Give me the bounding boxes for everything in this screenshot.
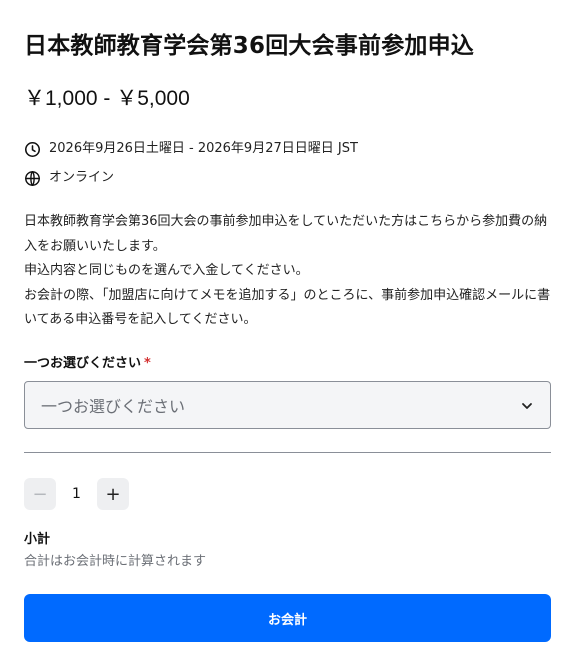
clock-icon bbox=[24, 141, 41, 158]
option-select-label-text: 一つお選びください bbox=[24, 356, 142, 371]
option-select-label: 一つお選びください * bbox=[24, 355, 151, 373]
quantity-stepper: − 1 + bbox=[24, 478, 129, 510]
globe-icon bbox=[24, 170, 41, 187]
required-mark: * bbox=[144, 356, 151, 371]
option-select-placeholder: 一つお選びください bbox=[41, 397, 186, 416]
event-location-text: オンライン bbox=[49, 170, 115, 185]
increase-quantity-button[interactable]: + bbox=[97, 478, 129, 510]
event-date: 2026年9月26日土曜日 - 2026年9月27日日曜日 JST bbox=[24, 140, 358, 158]
subtotal-note: 合計はお会計時に計算されます bbox=[24, 554, 207, 569]
event-location: オンライン bbox=[24, 169, 114, 187]
event-date-text: 2026年9月26日土曜日 - 2026年9月27日日曜日 JST bbox=[49, 141, 358, 156]
product-card: 日本教師教育学会第36回大会事前参加申込 ￥1,000 - ￥5,000 202… bbox=[0, 0, 575, 664]
option-select[interactable]: 一つお選びください bbox=[24, 381, 551, 429]
event-description: 日本教師教育学会第36回大会の事前参加申込をしていただいた方はこちらから参加費の… bbox=[24, 210, 554, 333]
description-paragraph: 日本教師教育学会第36回大会の事前参加申込をしていただいた方はこちらから参加費の… bbox=[24, 214, 548, 254]
chevron-down-icon bbox=[520, 398, 534, 412]
decrease-quantity-button[interactable]: − bbox=[24, 478, 56, 510]
page-title: 日本教師教育学会第36回大会事前参加申込 bbox=[24, 33, 475, 59]
description-paragraph: お会計の際、「加盟店に向けてメモを追加する」のところに、事前参加申込確認メールに… bbox=[24, 287, 551, 328]
divider bbox=[24, 452, 551, 453]
checkout-button[interactable]: お会計 bbox=[24, 594, 551, 642]
description-paragraph: 申込内容と同じものを選んで入金してください。 bbox=[24, 263, 309, 278]
price-range: ￥1,000 - ￥5,000 bbox=[24, 87, 190, 110]
subtotal-label: 小計 bbox=[24, 532, 51, 547]
quantity-value: 1 bbox=[72, 486, 81, 502]
